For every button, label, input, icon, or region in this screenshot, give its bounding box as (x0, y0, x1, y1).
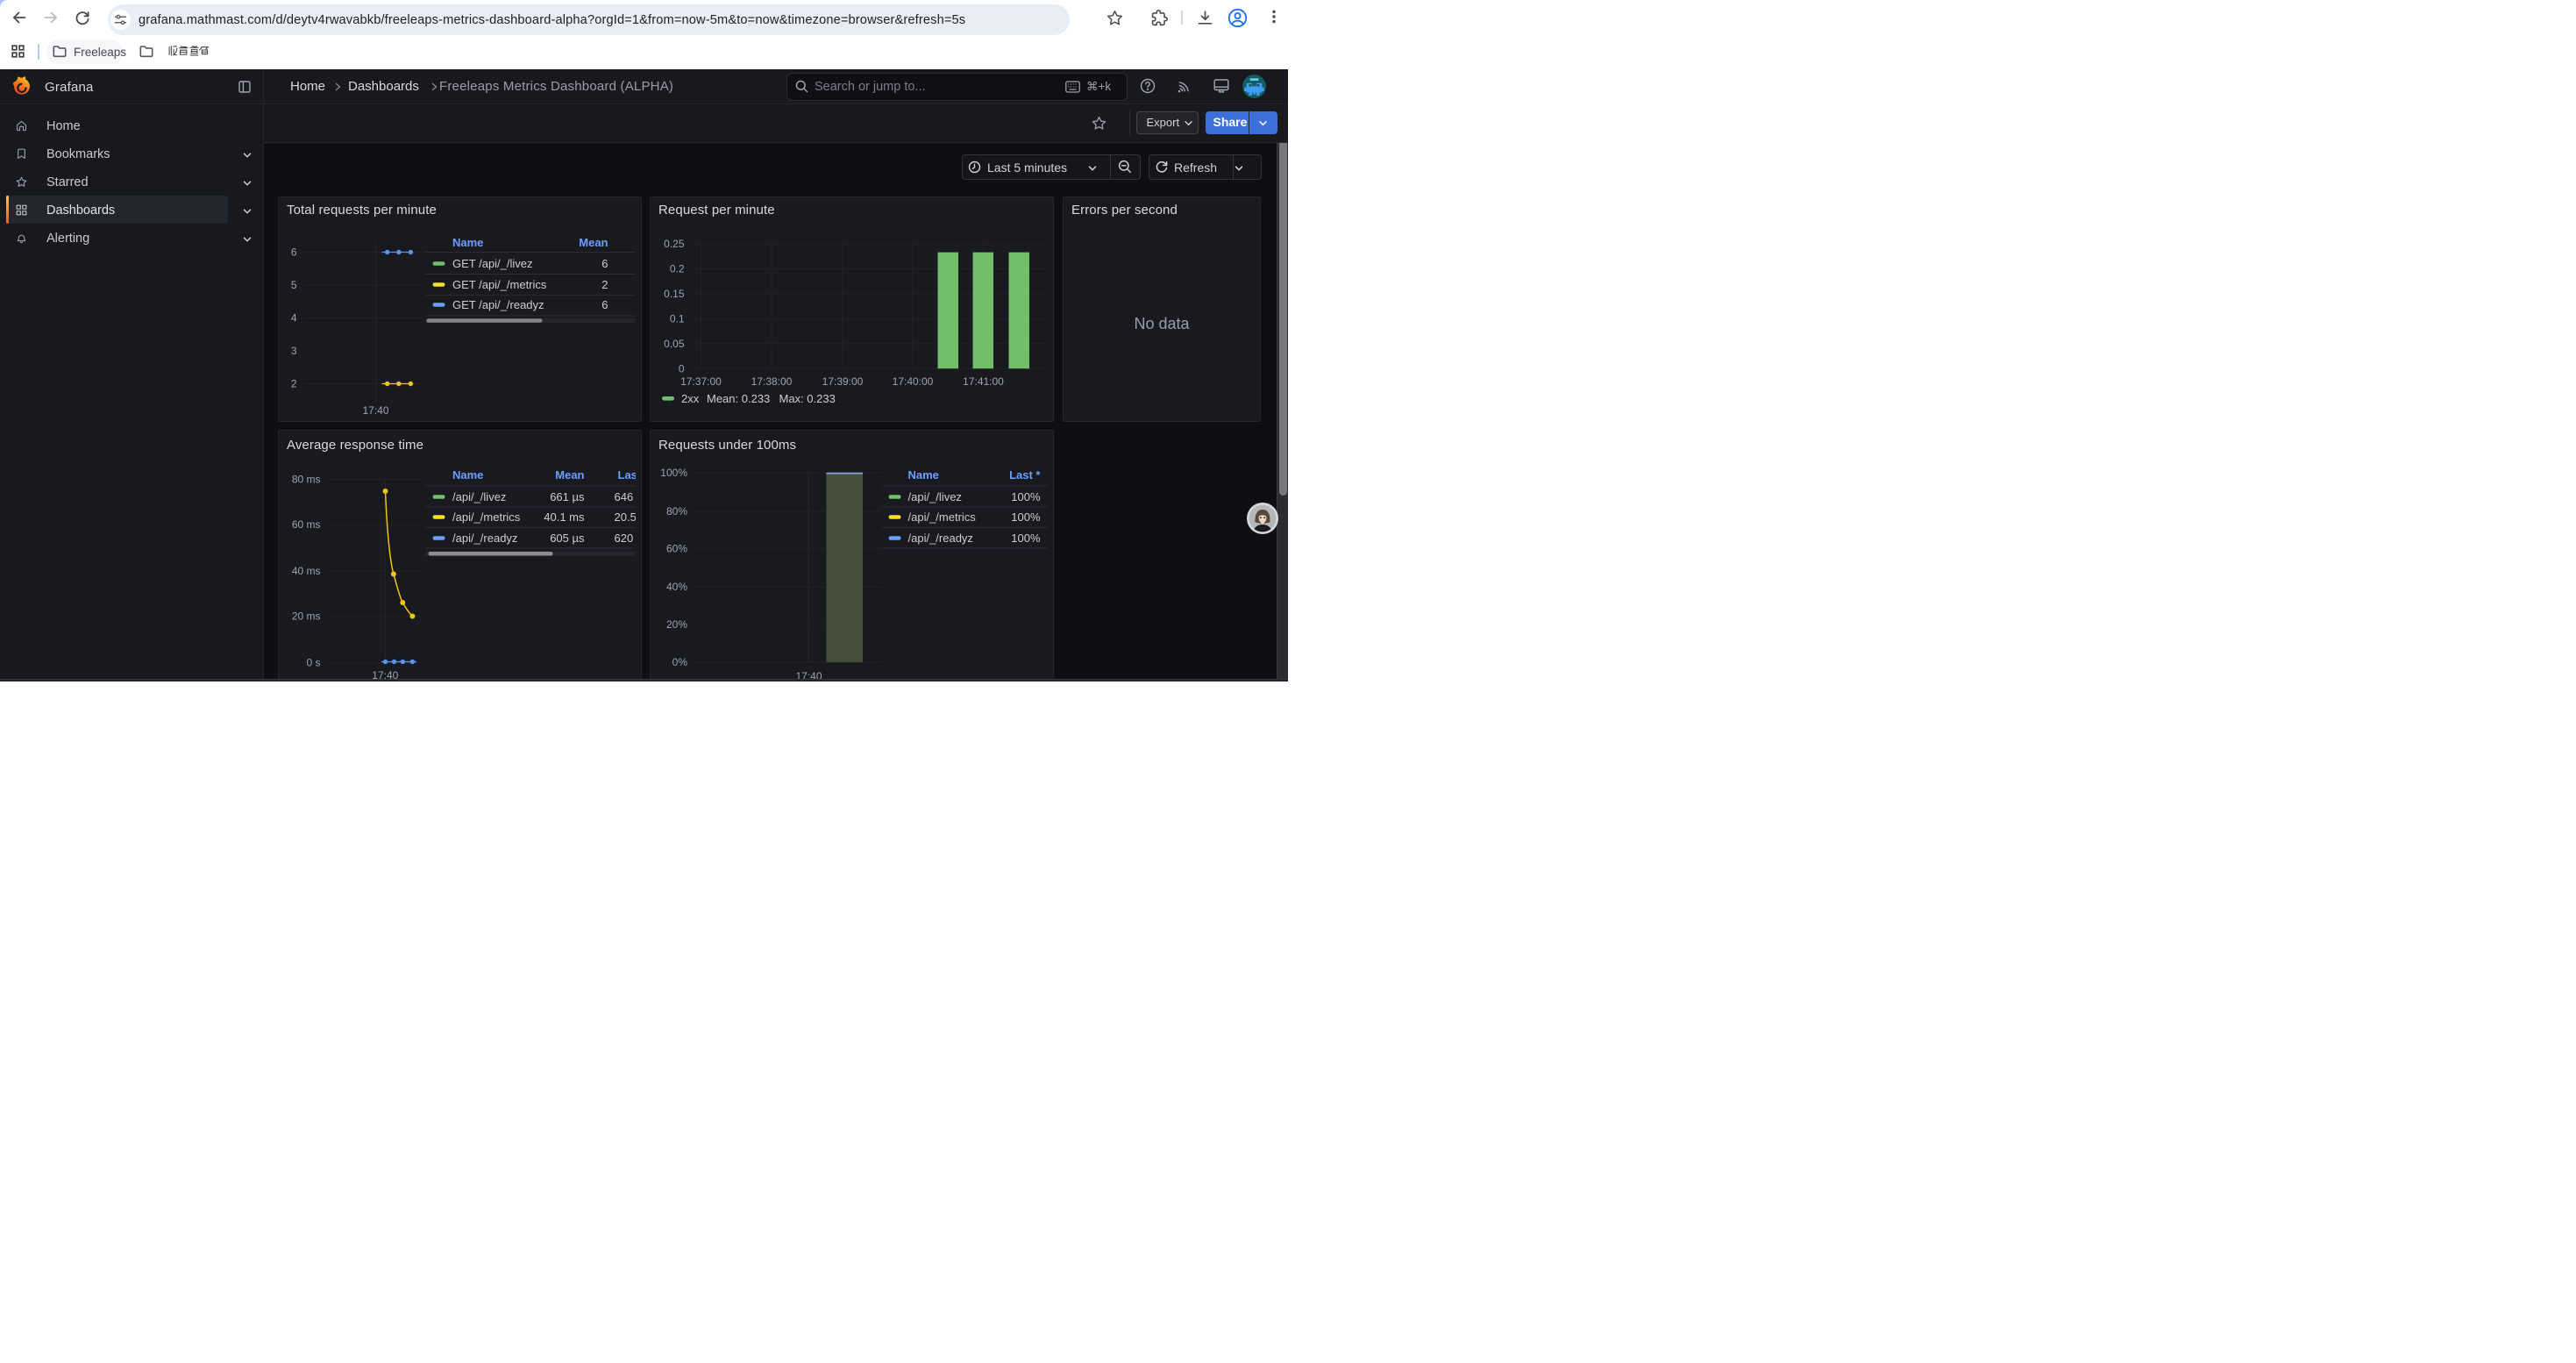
svg-text:2xx: 2xx (681, 392, 700, 405)
svg-text:0 s: 0 s (306, 657, 320, 669)
svg-text:Name: Name (452, 236, 483, 249)
svg-text:4: 4 (290, 311, 296, 324)
svg-text:0.25: 0.25 (664, 238, 685, 250)
svg-text:0%: 0% (672, 656, 687, 668)
svg-text:2: 2 (601, 278, 608, 291)
svg-text:3: 3 (290, 345, 296, 357)
svg-text:646 µs: 646 µs (614, 490, 636, 503)
svg-text:/api/_/metrics: /api/_/metrics (452, 510, 521, 524)
svg-text:/api/_/readyz: /api/_/readyz (907, 532, 972, 545)
svg-text:Max: 0.233: Max: 0.233 (779, 392, 835, 405)
svg-text:/api/_/readyz: /api/_/readyz (452, 532, 517, 545)
svg-text:6: 6 (290, 246, 296, 258)
svg-text:/api/_/livez: /api/_/livez (907, 490, 961, 503)
svg-text:0.05: 0.05 (664, 337, 685, 349)
svg-text:100%: 100% (1011, 532, 1041, 545)
svg-text:100%: 100% (1011, 510, 1041, 524)
svg-text:6: 6 (601, 257, 608, 270)
svg-text:17:40: 17:40 (362, 404, 388, 416)
svg-text:5: 5 (290, 279, 296, 291)
svg-text:40.1 ms: 40.1 ms (544, 510, 585, 524)
svg-text:/api/_/metrics: /api/_/metrics (907, 510, 976, 524)
svg-text:Last: Last (617, 468, 636, 482)
svg-text:17:41:00: 17:41:00 (963, 375, 1004, 388)
svg-text:20.5 ms: 20.5 ms (614, 510, 636, 524)
svg-text:0: 0 (678, 362, 684, 375)
svg-text:0.15: 0.15 (664, 288, 685, 300)
svg-text:Mean: Mean (579, 236, 608, 249)
svg-text:17:39:00: 17:39:00 (822, 375, 863, 388)
svg-text:620 µs: 620 µs (614, 532, 636, 545)
svg-text:Name: Name (907, 468, 938, 482)
svg-text:17:40:00: 17:40:00 (892, 375, 933, 388)
svg-text:661 µs: 661 µs (550, 490, 585, 503)
svg-text:6: 6 (601, 298, 608, 311)
svg-text:17:38:00: 17:38:00 (751, 375, 792, 388)
svg-text:40%: 40% (665, 581, 687, 593)
svg-text:60 ms: 60 ms (291, 518, 320, 531)
svg-text:/api/_/livez: /api/_/livez (452, 490, 506, 503)
svg-text:17:37:00: 17:37:00 (680, 375, 722, 388)
svg-text:100%: 100% (1011, 490, 1041, 503)
svg-text:60%: 60% (665, 543, 687, 555)
svg-text:GET /api/_/readyz: GET /api/_/readyz (452, 298, 544, 311)
svg-text:2: 2 (290, 377, 296, 389)
svg-text:GET /api/_/livez: GET /api/_/livez (452, 257, 533, 270)
svg-text:80%: 80% (665, 505, 687, 517)
svg-text:80 ms: 80 ms (291, 474, 320, 486)
svg-text:Mean: 0.233: Mean: 0.233 (707, 392, 770, 405)
svg-text:605 µs: 605 µs (550, 532, 585, 545)
svg-text:GET /api/_/metrics: GET /api/_/metrics (452, 278, 547, 291)
svg-text:Last *: Last * (1009, 468, 1041, 482)
svg-text:40 ms: 40 ms (291, 565, 320, 577)
svg-text:100%: 100% (660, 467, 687, 479)
svg-text:0.2: 0.2 (669, 262, 684, 275)
svg-text:Mean: Mean (555, 468, 584, 482)
svg-text:20%: 20% (665, 618, 687, 631)
svg-text:0.1: 0.1 (669, 312, 684, 325)
svg-text:Name: Name (452, 468, 483, 482)
svg-text:20 ms: 20 ms (291, 610, 320, 623)
